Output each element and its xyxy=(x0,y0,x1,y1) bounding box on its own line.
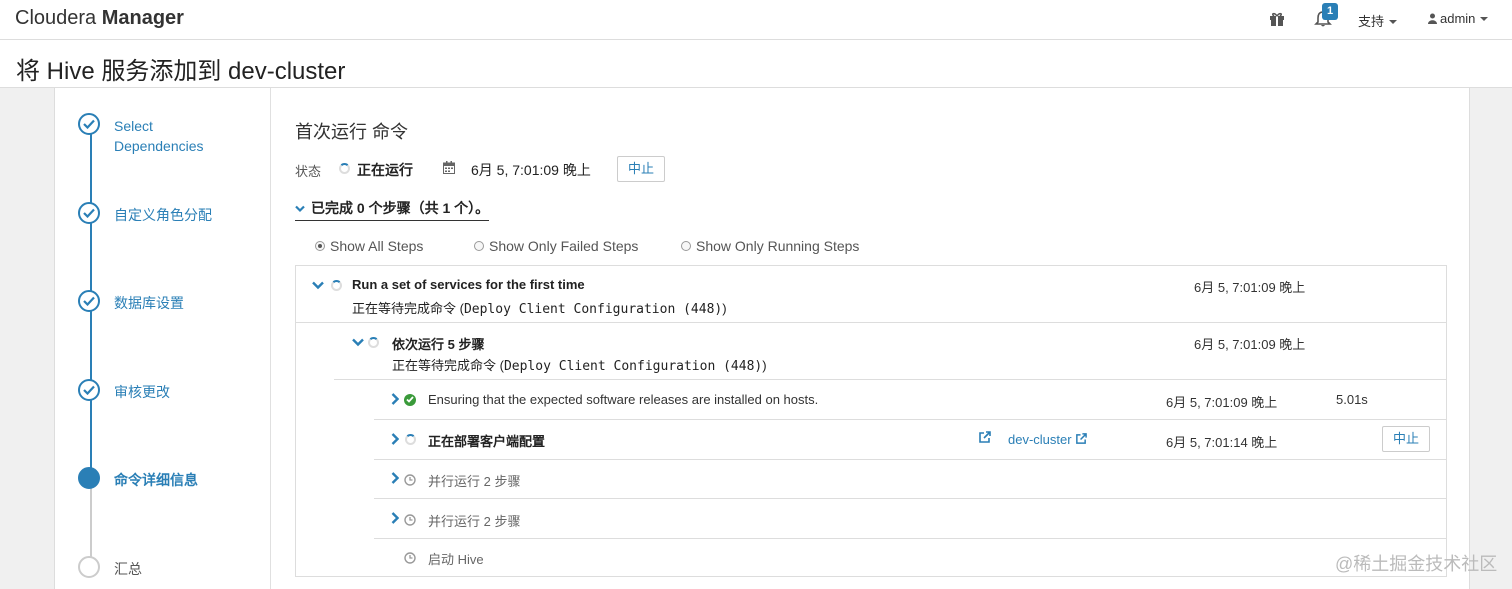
check-circle-icon xyxy=(78,202,100,224)
radio-icon xyxy=(474,241,484,251)
brand-logo[interactable]: Cloudera Manager xyxy=(15,7,184,30)
step-row-parallel-2[interactable]: 并行运行 2 步骤 xyxy=(374,499,1446,539)
wizard-step-label: Select Dependencies xyxy=(114,118,204,154)
support-label: 支持 xyxy=(1358,14,1385,29)
radio-icon xyxy=(681,241,691,251)
main-panel: Select Dependencies 自定义角色分配 数据库设置 审核更改 命令… xyxy=(54,88,1470,589)
step-row-deploy-client-config[interactable]: 正在部署客户端配置 dev-cluster 6月 5, 7:01:14 晚上 中… xyxy=(374,420,1446,460)
spinner-icon xyxy=(331,280,342,291)
wizard-step-label: 数据库设置 xyxy=(114,295,184,311)
spinner-icon xyxy=(368,337,379,348)
steps-tree: Run a set of services for the first time… xyxy=(295,265,1447,577)
check-circle-icon xyxy=(404,394,416,406)
step-description: 并行运行 2 步骤 xyxy=(428,514,521,529)
status-value: 正在运行 xyxy=(357,162,413,178)
step-description: Ensuring that the expected software rele… xyxy=(428,392,819,407)
step-filter: Show All Steps Show Only Failed Steps Sh… xyxy=(315,238,1015,258)
watermark: @稀土掘金技术社区 xyxy=(1335,554,1498,574)
chevron-right-icon[interactable] xyxy=(391,472,399,484)
check-circle-icon xyxy=(78,290,100,312)
wizard-step-label: 汇总 xyxy=(114,561,142,577)
spinner-icon xyxy=(405,434,416,445)
status-time: 6月 5, 7:01:09 晚上 xyxy=(471,162,591,178)
user-label: admin xyxy=(1440,11,1476,26)
step-title: 依次运行 5 步骤 xyxy=(392,337,485,352)
wizard-step-label: 自定义角色分配 xyxy=(114,207,212,223)
command-title: 首次运行 命令 xyxy=(295,122,409,142)
radio-selected-icon xyxy=(315,241,325,251)
external-link-icon xyxy=(1075,433,1087,444)
chevron-down-icon xyxy=(295,205,305,213)
step-row-root[interactable]: Run a set of services for the first time… xyxy=(296,266,1446,323)
caret-down-icon xyxy=(1480,17,1489,21)
status-row: 状态 正在运行 6月 5, 7:01:09 晚上 中止 xyxy=(295,155,895,185)
check-circle-icon xyxy=(78,113,100,135)
step-time: 6月 5, 7:01:09 晚上 xyxy=(1194,337,1306,352)
step-time: 6月 5, 7:01:14 晚上 xyxy=(1166,435,1278,450)
completed-summary: 已完成 0 个步骤（共 1 个）。 xyxy=(311,200,490,216)
external-link-icon[interactable] xyxy=(978,431,991,444)
wizard-steps: Select Dependencies 自定义角色分配 数据库设置 审核更改 命令… xyxy=(55,88,271,589)
step-time: 6月 5, 7:01:09 晚上 xyxy=(1194,280,1306,295)
step-row-start-hive[interactable]: 启动 Hive xyxy=(374,539,1446,576)
check-circle-icon xyxy=(78,379,100,401)
step-duration: 5.01s xyxy=(1336,392,1368,407)
chevron-right-icon[interactable] xyxy=(391,393,399,405)
step-time: 6月 5, 7:01:09 晚上 xyxy=(1166,395,1278,410)
brand-bold: Manager xyxy=(101,7,184,29)
step-row-ensure-releases[interactable]: Ensuring that the expected software rele… xyxy=(374,380,1446,420)
active-step-icon xyxy=(78,467,100,489)
filter-failed-steps[interactable]: Show Only Failed Steps xyxy=(474,238,638,254)
step-subtitle: 正在等待完成命令 (Deploy Client Configuration (4… xyxy=(392,358,767,374)
brand-light: Cloudera xyxy=(15,7,102,29)
filter-running-steps[interactable]: Show Only Running Steps xyxy=(681,238,859,254)
step-description: 启动 Hive xyxy=(428,552,484,567)
support-menu[interactable]: 支持 xyxy=(1358,11,1398,30)
pending-step-icon xyxy=(78,556,100,578)
step-subtitle: 正在等待完成命令 (Deploy Client Configuration (4… xyxy=(352,301,727,317)
step-title: Run a set of services for the first time xyxy=(352,277,585,292)
command-details: 首次运行 命令 状态 正在运行 6月 5, 7:01:09 晚上 中止 已完成 … xyxy=(271,88,1471,589)
chevron-right-icon[interactable] xyxy=(391,433,399,445)
user-icon xyxy=(1428,13,1437,24)
abort-step-button[interactable]: 中止 xyxy=(1382,426,1431,452)
notification-badge[interactable]: 1 xyxy=(1322,3,1338,20)
completed-steps-toggle[interactable]: 已完成 0 个步骤（共 1 个）。 xyxy=(295,198,490,221)
spinner-icon xyxy=(339,163,350,174)
abort-command-button[interactable]: 中止 xyxy=(617,156,666,182)
clock-icon xyxy=(404,514,416,526)
caret-down-icon xyxy=(1389,20,1398,24)
clock-icon xyxy=(404,474,416,486)
gift-icon[interactable] xyxy=(1269,11,1285,27)
wizard-pending-line xyxy=(90,478,92,566)
chevron-down-icon[interactable] xyxy=(352,338,364,347)
calendar-icon xyxy=(443,161,455,174)
page-title: 将 Hive 服务添加到 dev-cluster xyxy=(16,58,346,85)
chevron-down-icon[interactable] xyxy=(312,281,324,290)
wizard-step-label: 命令详细信息 xyxy=(114,472,198,488)
filter-all-steps[interactable]: Show All Steps xyxy=(315,238,423,254)
top-navbar: Cloudera Manager 1 支持 admin xyxy=(0,0,1512,40)
step-description: 正在部署客户端配置 xyxy=(428,434,546,449)
status-label: 状态 xyxy=(295,164,322,179)
page-header: 将 Hive 服务添加到 dev-cluster xyxy=(0,40,1512,88)
clock-icon xyxy=(404,552,416,564)
wizard-step-label: 审核更改 xyxy=(114,384,170,400)
chevron-right-icon[interactable] xyxy=(391,512,399,524)
step-row-sequence[interactable]: 依次运行 5 步骤 正在等待完成命令 (Deploy Client Config… xyxy=(334,323,1446,380)
user-menu[interactable]: admin xyxy=(1428,11,1489,26)
step-description: 并行运行 2 步骤 xyxy=(428,474,521,489)
step-row-parallel-1[interactable]: 并行运行 2 步骤 xyxy=(374,460,1446,499)
cluster-link[interactable]: dev-cluster xyxy=(1008,432,1087,447)
